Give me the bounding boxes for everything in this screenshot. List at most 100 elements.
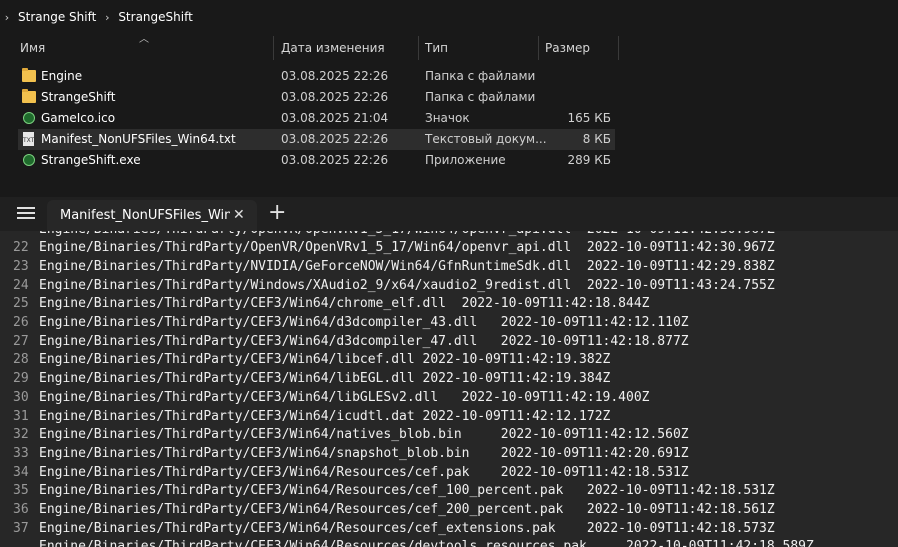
file-name: Engine bbox=[41, 69, 83, 83]
file-name: StrangeShift.exe bbox=[41, 153, 141, 167]
line-text: Engine/Binaries/ThirdParty/CEF3/Win64/ic… bbox=[39, 408, 611, 424]
file-row-engine[interactable]: Engine 03.08.2025 22:26 Папка с файлами bbox=[18, 66, 615, 87]
file-row-gameico[interactable]: GameIco.ico 03.08.2025 21:04 Значок 165 … bbox=[18, 108, 615, 129]
file-type: Папка с файлами bbox=[425, 90, 536, 104]
file-date: 03.08.2025 22:26 bbox=[281, 90, 389, 104]
file-type: Значок bbox=[425, 111, 470, 125]
line-number: 26 bbox=[13, 315, 29, 330]
file-date: 03.08.2025 21:04 bbox=[281, 111, 389, 125]
line-text: Engine/Binaries/ThirdParty/OpenVR/OpenVR… bbox=[39, 231, 775, 239]
line-number: 37 bbox=[13, 520, 29, 536]
file-list: Engine 03.08.2025 22:26 Папка с файлами … bbox=[18, 66, 615, 171]
file-type: Папка с файлами bbox=[425, 69, 536, 83]
add-tab-icon[interactable]: + bbox=[268, 201, 286, 225]
editor-line: 26 Engine/Binaries/ThirdParty/CEF3/Win64/… bbox=[0, 314, 898, 333]
line-number: 29 bbox=[13, 371, 29, 387]
line-text: Engine/Binaries/ThirdParty/CEF3/Win64/li… bbox=[39, 352, 611, 368]
file-row-manifest[interactable]: TXT Manifest_NonUFSFiles_Win64.txt 03.08… bbox=[18, 129, 615, 150]
editor-line: 25 Engine/Binaries/ThirdParty/CEF3/Win64/… bbox=[0, 295, 898, 314]
editor-line: Engine/Binaries/ThirdParty/OpenVR/OpenVR… bbox=[0, 231, 898, 239]
line-text: Engine/Binaries/ThirdParty/CEF3/Win64/d3… bbox=[39, 333, 689, 349]
line-number: 24 bbox=[13, 277, 29, 293]
editor-line: 32 Engine/Binaries/ThirdParty/CEF3/Win64/… bbox=[0, 426, 898, 445]
line-text: Engine/Binaries/ThirdParty/CEF3/Win64/Re… bbox=[39, 502, 775, 517]
line-number: 35 bbox=[13, 483, 29, 499]
file-date: 03.08.2025 22:26 bbox=[281, 132, 389, 146]
editor-line: 27 Engine/Binaries/ThirdParty/CEF3/Win64/… bbox=[0, 333, 898, 352]
line-text: Engine/Binaries/ThirdParty/CEF3/Win64/Re… bbox=[39, 520, 775, 536]
file-type: Приложение bbox=[425, 153, 506, 167]
line-number: 34 bbox=[13, 464, 29, 480]
line-text: Engine/Binaries/ThirdParty/CEF3/Win64/Re… bbox=[39, 539, 814, 547]
file-date: 03.08.2025 22:26 bbox=[281, 153, 389, 167]
line-text: Engine/Binaries/ThirdParty/CEF3/Win64/li… bbox=[39, 371, 611, 387]
editor-line: 35 Engine/Binaries/ThirdParty/CEF3/Win64/… bbox=[0, 482, 898, 501]
close-icon[interactable]: ✕ bbox=[233, 200, 245, 231]
tab-title: Manifest_NonUFSFiles_Win64.txt bbox=[60, 208, 230, 223]
breadcrumb: › Strange Shift › StrangeShift bbox=[0, 5, 197, 29]
line-number: 28 bbox=[13, 352, 29, 368]
line-text: Engine/Binaries/ThirdParty/CEF3/Win64/d3… bbox=[39, 315, 689, 330]
line-number: 22 bbox=[13, 240, 29, 256]
file-name: Manifest_NonUFSFiles_Win64.txt bbox=[41, 132, 236, 146]
file-row-strangeshift[interactable]: StrangeShift 03.08.2025 22:26 Папка с фа… bbox=[18, 87, 615, 108]
line-text: Engine/Binaries/ThirdParty/Windows/XAudi… bbox=[39, 277, 775, 293]
editor-line: 30 Engine/Binaries/ThirdParty/CEF3/Win64/… bbox=[0, 389, 898, 408]
editor-line: 29 Engine/Binaries/ThirdParty/CEF3/Win64/… bbox=[0, 370, 898, 389]
file-row-strangeshift-exe[interactable]: StrangeShift.exe 03.08.2025 22:26 Прилож… bbox=[18, 150, 615, 171]
text-editor[interactable]: Engine/Binaries/ThirdParty/OpenVR/OpenVR… bbox=[0, 231, 898, 547]
notepad-window: Manifest_NonUFSFiles_Win64.txt ✕ + Engin… bbox=[0, 197, 898, 547]
breadcrumb-item[interactable]: Strange Shift bbox=[14, 10, 100, 24]
line-text: Engine/Binaries/ThirdParty/CEF3/Win64/sn… bbox=[39, 445, 689, 461]
editor-line: 33 Engine/Binaries/ThirdParty/CEF3/Win64/… bbox=[0, 445, 898, 464]
line-number: 32 bbox=[13, 427, 29, 443]
file-size: 165 КБ bbox=[567, 111, 611, 125]
file-size: 8 КБ bbox=[582, 132, 611, 146]
line-text: Engine/Binaries/ThirdParty/NVIDIA/GeForc… bbox=[39, 258, 775, 274]
line-number: 23 bbox=[13, 258, 29, 274]
line-text: Engine/Binaries/ThirdParty/CEF3/Win64/li… bbox=[39, 389, 650, 405]
column-divider[interactable] bbox=[618, 36, 619, 60]
line-number: 25 bbox=[13, 296, 29, 312]
editor-line: 34 Engine/Binaries/ThirdParty/CEF3/Win64/… bbox=[0, 464, 898, 483]
file-explorer: › Strange Shift › StrangeShift ︿ Имя Дат… bbox=[0, 0, 898, 195]
chevron-right-icon[interactable]: › bbox=[100, 11, 114, 24]
column-header-size[interactable]: Размер bbox=[538, 36, 618, 60]
line-number: 36 bbox=[13, 502, 29, 517]
editor-line: Engine/Binaries/ThirdParty/CEF3/Win64/Re… bbox=[0, 538, 898, 547]
line-text: Engine/Binaries/ThirdParty/CEF3/Win64/Re… bbox=[39, 483, 775, 499]
column-header-row: Имя Дата изменения Тип Размер bbox=[0, 36, 620, 60]
file-size: 289 КБ bbox=[567, 153, 611, 167]
column-header-name[interactable]: Имя bbox=[13, 36, 273, 60]
editor-line: 36 Engine/Binaries/ThirdParty/CEF3/Win64/… bbox=[0, 501, 898, 520]
file-date: 03.08.2025 22:26 bbox=[281, 69, 389, 83]
editor-line: 23 Engine/Binaries/ThirdParty/NVIDIA/GeFo… bbox=[0, 258, 898, 277]
folder-icon bbox=[22, 68, 36, 83]
line-number: 27 bbox=[13, 333, 29, 349]
editor-line: 31 Engine/Binaries/ThirdParty/CEF3/Win64/… bbox=[0, 408, 898, 427]
editor-line: 22 Engine/Binaries/ThirdParty/OpenVR/Open… bbox=[0, 239, 898, 258]
line-text: Engine/Binaries/ThirdParty/CEF3/Win64/Re… bbox=[39, 464, 689, 480]
line-number: 30 bbox=[13, 389, 29, 405]
line-number: 33 bbox=[13, 445, 29, 461]
ico-file-icon bbox=[22, 111, 36, 125]
line-text: Engine/Binaries/ThirdParty/CEF3/Win64/na… bbox=[39, 427, 689, 443]
tab-bar: Manifest_NonUFSFiles_Win64.txt ✕ + bbox=[0, 197, 898, 231]
chevron-right-icon[interactable]: › bbox=[0, 11, 14, 24]
file-type: Текстовый докум... bbox=[425, 132, 547, 146]
column-header-date[interactable]: Дата изменения bbox=[274, 36, 418, 60]
editor-line: 24 Engine/Binaries/ThirdParty/Windows/XAu… bbox=[0, 277, 898, 296]
editor-line: 37 Engine/Binaries/ThirdParty/CEF3/Win64/… bbox=[0, 520, 898, 539]
line-number: 31 bbox=[13, 408, 29, 424]
text-file-icon: TXT bbox=[22, 132, 36, 146]
column-header-type[interactable]: Тип bbox=[418, 36, 538, 60]
file-name: StrangeShift bbox=[41, 90, 116, 104]
hamburger-menu-icon[interactable] bbox=[17, 207, 35, 219]
tab-manifest[interactable]: Manifest_NonUFSFiles_Win64.txt ✕ bbox=[47, 200, 257, 231]
file-name: GameIco.ico bbox=[41, 111, 116, 125]
line-text: Engine/Binaries/ThirdParty/OpenVR/OpenVR… bbox=[39, 240, 775, 256]
editor-line: 28 Engine/Binaries/ThirdParty/CEF3/Win64/… bbox=[0, 351, 898, 370]
folder-icon bbox=[22, 89, 36, 104]
breadcrumb-item[interactable]: StrangeShift bbox=[114, 10, 197, 24]
line-text: Engine/Binaries/ThirdParty/CEF3/Win64/ch… bbox=[39, 296, 650, 312]
